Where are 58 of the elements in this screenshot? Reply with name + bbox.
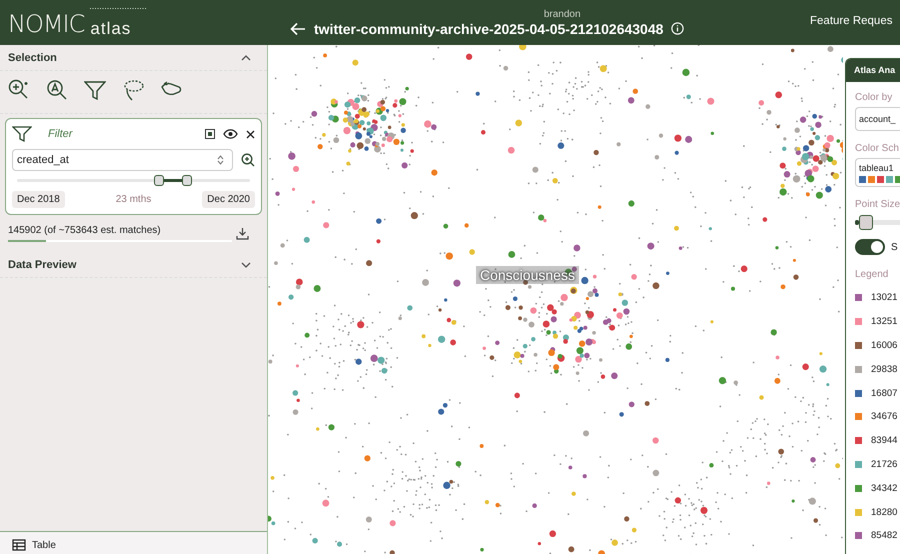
color-scheme-select[interactable]: tableau1 [855, 158, 900, 187]
section-title: Data Preview [8, 258, 76, 270]
owner-name[interactable]: brandon [544, 8, 581, 20]
legend-label[interactable]: 83944 [871, 435, 898, 446]
table-icon [12, 539, 26, 551]
legend-label[interactable]: 13021 [871, 292, 898, 304]
start-date: Dec 2018 [12, 191, 65, 208]
end-date: Dec 2020 [202, 191, 255, 208]
legend-label[interactable]: 29838 [871, 364, 898, 375]
legend-label[interactable]: 34676 [871, 411, 898, 422]
panel-tab[interactable]: Atlas Ana [846, 59, 900, 82]
range-span: 23 mths [116, 194, 152, 205]
legend-title: Legend [855, 269, 890, 280]
toggle-label: S [891, 242, 898, 252]
zoom-in-icon[interactable] [8, 79, 30, 101]
filter-icon[interactable] [84, 79, 106, 101]
logo-wordmark[interactable]: NOMIC [8, 10, 84, 38]
text-search-icon[interactable] [46, 79, 68, 101]
slider-handle[interactable] [182, 175, 192, 186]
updown-icon [217, 155, 224, 165]
slider-handle[interactable] [154, 175, 164, 186]
color-by-select[interactable]: account_ [855, 107, 900, 131]
section-title: Selection [8, 52, 57, 64]
info-icon[interactable] [671, 22, 684, 35]
logo-subtitle: atlas [90, 20, 132, 38]
filter-icon [12, 125, 32, 143]
toggle-switch[interactable] [855, 239, 885, 255]
legend-label[interactable]: 85482 [871, 530, 898, 542]
square-toggle-icon[interactable] [205, 129, 215, 139]
table-tab[interactable]: Table [0, 531, 267, 554]
field-label: Color Sch [855, 143, 900, 154]
zoom-icon[interactable] [241, 153, 255, 167]
legend-label[interactable]: 16807 [871, 388, 898, 399]
field-label: Color by [855, 92, 894, 103]
download-icon[interactable] [236, 227, 249, 240]
point-size-slider[interactable] [855, 215, 900, 230]
eye-icon[interactable] [223, 129, 238, 139]
dotted-rule-icon [90, 7, 146, 10]
match-count: 145902 (of ~753643 est. matches) [8, 225, 162, 236]
legend-label[interactable]: 13251 [871, 316, 898, 328]
chevron-icon[interactable] [241, 262, 251, 268]
close-icon[interactable] [246, 130, 255, 138]
range-slider[interactable] [17, 175, 250, 186]
legend-label[interactable]: 21726 [871, 458, 898, 470]
field-label: Point Size [855, 199, 900, 210]
back-arrow-icon[interactable] [290, 22, 306, 36]
slider-thumb[interactable] [859, 215, 874, 230]
lasso-icon[interactable] [122, 79, 144, 101]
cluster-label: Consciousness [476, 266, 579, 284]
column-select[interactable]: created_at [12, 149, 233, 171]
legend-label[interactable]: 18280 [871, 506, 898, 518]
chevron-icon[interactable] [241, 54, 251, 60]
feature-request-link[interactable]: Feature Reques [810, 15, 892, 27]
filter-title: Filter [48, 128, 72, 140]
dataset-title: twitter-community-archive-2025-04-05-212102643048 [314, 20, 664, 36]
swatch-strip-icon [859, 176, 900, 183]
legend-label[interactable]: 16006 [871, 340, 898, 351]
legend-label[interactable]: 34342 [871, 482, 898, 494]
